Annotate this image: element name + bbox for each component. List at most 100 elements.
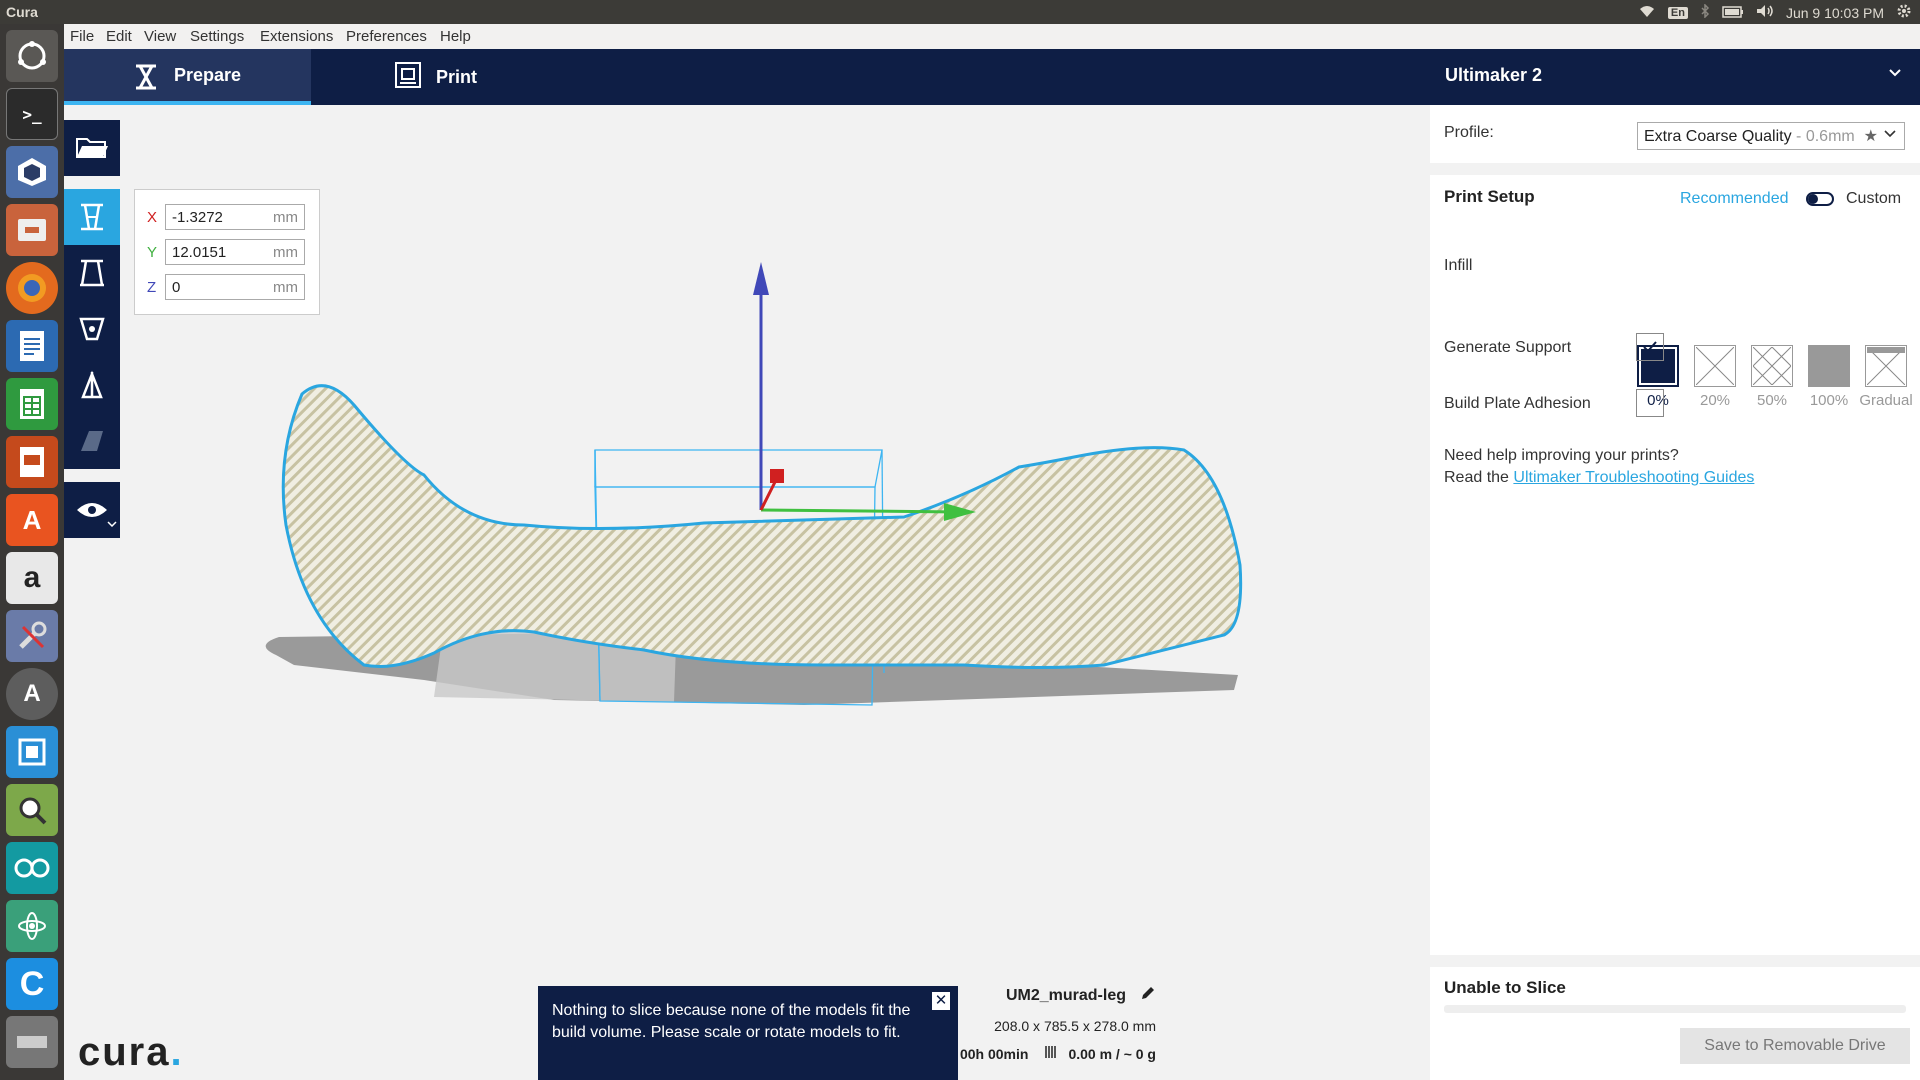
- generate-support-label: Generate Support: [1444, 339, 1572, 356]
- chevron-down-icon[interactable]: [1888, 65, 1902, 83]
- z-value: 0: [172, 278, 181, 296]
- job-name[interactable]: UM2_murad-leg: [1006, 987, 1126, 1005]
- arduino-icon[interactable]: [6, 842, 58, 894]
- y-coordinate-input[interactable]: 12.0151 mm: [165, 239, 305, 265]
- build-plate-adhesion-checkbox[interactable]: [1636, 389, 1664, 417]
- print-setup-title: Print Setup: [1444, 187, 1535, 206]
- z-unit: mm: [273, 278, 298, 296]
- infill-option-50[interactable]: [1751, 345, 1793, 387]
- libreoffice-calc-icon[interactable]: [6, 378, 58, 430]
- mirror-tool-button[interactable]: [64, 357, 120, 413]
- material-usage: 0.00 m / ~ 0 g: [1068, 1045, 1156, 1062]
- help-text: Need help improving your prints?: [1444, 447, 1679, 464]
- amazon-icon[interactable]: a: [6, 552, 58, 604]
- generate-support-checkbox[interactable]: [1636, 333, 1664, 361]
- infill-label-gradual: Gradual: [1859, 392, 1913, 409]
- printer-selector[interactable]: Ultimaker 2: [1445, 65, 1542, 86]
- prepare-icon: [132, 63, 160, 96]
- toast-message: Nothing to slice because none of the mod…: [552, 1002, 911, 1041]
- chevron-down-icon: [1884, 125, 1896, 143]
- y-axis-label: Y: [147, 243, 158, 261]
- software-updater-icon[interactable]: A: [6, 668, 58, 720]
- star-icon: ★: [1863, 126, 1878, 146]
- mode-recommended[interactable]: Recommended: [1680, 190, 1789, 208]
- ubuntu-launcher: >_ A a A C: [0, 24, 64, 1080]
- slice-progress-bar: [1444, 1005, 1906, 1013]
- system-settings-icon[interactable]: [6, 610, 58, 662]
- mode-toggle[interactable]: [1806, 192, 1834, 206]
- menu-preferences[interactable]: Preferences: [346, 28, 427, 45]
- menu-edit[interactable]: Edit: [106, 28, 132, 45]
- divider: [1430, 163, 1920, 175]
- model-dimensions: 208.0 x 785.5 x 278.0 mm: [994, 1018, 1156, 1034]
- pencil-icon[interactable]: [1140, 985, 1156, 1006]
- mode-custom[interactable]: Custom: [1846, 190, 1901, 208]
- files-icon[interactable]: [6, 204, 58, 256]
- menu-extensions[interactable]: Extensions: [260, 28, 333, 45]
- menu-bar: File Edit View Settings Extensions Prefe…: [64, 24, 1920, 49]
- libreoffice-impress-icon[interactable]: [6, 436, 58, 488]
- infill-label: Infill: [1444, 257, 1473, 274]
- settings-gear-icon[interactable]: [1896, 3, 1912, 22]
- active-app-name: Cura: [6, 4, 38, 20]
- image-viewer-icon[interactable]: [6, 784, 58, 836]
- battery-icon[interactable]: [1722, 5, 1744, 21]
- x-axis-label: X: [147, 208, 158, 226]
- volume-icon[interactable]: [1756, 4, 1774, 21]
- cura-logo: cura.: [78, 1030, 184, 1075]
- checkmark-icon: [1643, 341, 1657, 353]
- menu-settings[interactable]: Settings: [190, 28, 244, 45]
- menu-file[interactable]: File: [70, 28, 94, 45]
- ubuntu-software-icon[interactable]: A: [6, 494, 58, 546]
- per-model-settings-button[interactable]: [64, 413, 120, 469]
- libreoffice-writer-icon[interactable]: [6, 320, 58, 372]
- wifi-icon[interactable]: [1638, 4, 1656, 21]
- logo-text: cura: [78, 1030, 171, 1074]
- job-info: UM2_murad-leg 208.0 x 785.5 x 278.0 mm 0…: [936, 985, 1156, 1063]
- scale-tool-button[interactable]: [64, 245, 120, 301]
- x-coordinate-input[interactable]: -1.3272 mm: [165, 204, 305, 230]
- screen-capture-icon[interactable]: [6, 726, 58, 778]
- menu-view[interactable]: View: [144, 28, 176, 45]
- view-mode-button[interactable]: [64, 482, 120, 538]
- scale-icon: [80, 259, 104, 287]
- y-unit: mm: [273, 243, 298, 261]
- per-model-settings-icon: [81, 431, 103, 451]
- close-icon[interactable]: ✕: [932, 992, 950, 1010]
- system-tray: En Jun 9 10:03 PM: [1638, 3, 1912, 22]
- infill-label-20: 20%: [1699, 392, 1731, 409]
- keyboard-layout-indicator[interactable]: En: [1667, 6, 1688, 19]
- firefox-icon[interactable]: [6, 262, 58, 314]
- tab-print[interactable]: Print: [394, 49, 594, 105]
- move-tool-button[interactable]: [64, 189, 120, 245]
- profile-dropdown[interactable]: Extra Coarse Quality - 0.6mm ★: [1637, 122, 1905, 150]
- infill-option-100[interactable]: [1808, 345, 1850, 387]
- cura-app-icon[interactable]: [6, 146, 58, 198]
- terminal-icon[interactable]: >_: [6, 88, 58, 140]
- help-read-text: Read the: [1444, 469, 1514, 486]
- atom-editor-icon[interactable]: [6, 900, 58, 952]
- bluetooth-icon[interactable]: [1700, 3, 1710, 21]
- eye-icon: [77, 503, 107, 517]
- save-to-removable-drive-button[interactable]: Save to Removable Drive: [1680, 1028, 1910, 1064]
- rotate-tool-button[interactable]: [64, 301, 120, 357]
- translate-gizmo[interactable]: [753, 262, 976, 521]
- menu-help[interactable]: Help: [440, 28, 471, 45]
- print-time: 00h 00min: [959, 1045, 1029, 1062]
- x-value: -1.3272: [172, 208, 223, 226]
- ubuntu-dash-icon[interactable]: [6, 30, 58, 82]
- usb-drive-icon[interactable]: [6, 1016, 58, 1068]
- tab-print-label: Print: [436, 66, 478, 87]
- codeblocks-icon[interactable]: C: [6, 958, 58, 1010]
- move-icon: [81, 203, 103, 231]
- infill-option-20[interactable]: [1694, 345, 1736, 387]
- infill-label-100: 100%: [1809, 392, 1849, 409]
- system-top-bar: Cura En Jun 9 10:03 PM: [0, 0, 1920, 24]
- tab-prepare[interactable]: Prepare: [64, 49, 311, 105]
- profile-name: Extra Coarse Quality: [1644, 128, 1792, 145]
- troubleshooting-link[interactable]: Ultimaker Troubleshooting Guides: [1513, 469, 1754, 486]
- z-coordinate-input[interactable]: 0 mm: [165, 274, 305, 300]
- clock[interactable]: Jun 9 10:03 PM: [1786, 5, 1884, 21]
- open-file-button[interactable]: [64, 120, 120, 176]
- infill-option-gradual[interactable]: [1865, 345, 1907, 387]
